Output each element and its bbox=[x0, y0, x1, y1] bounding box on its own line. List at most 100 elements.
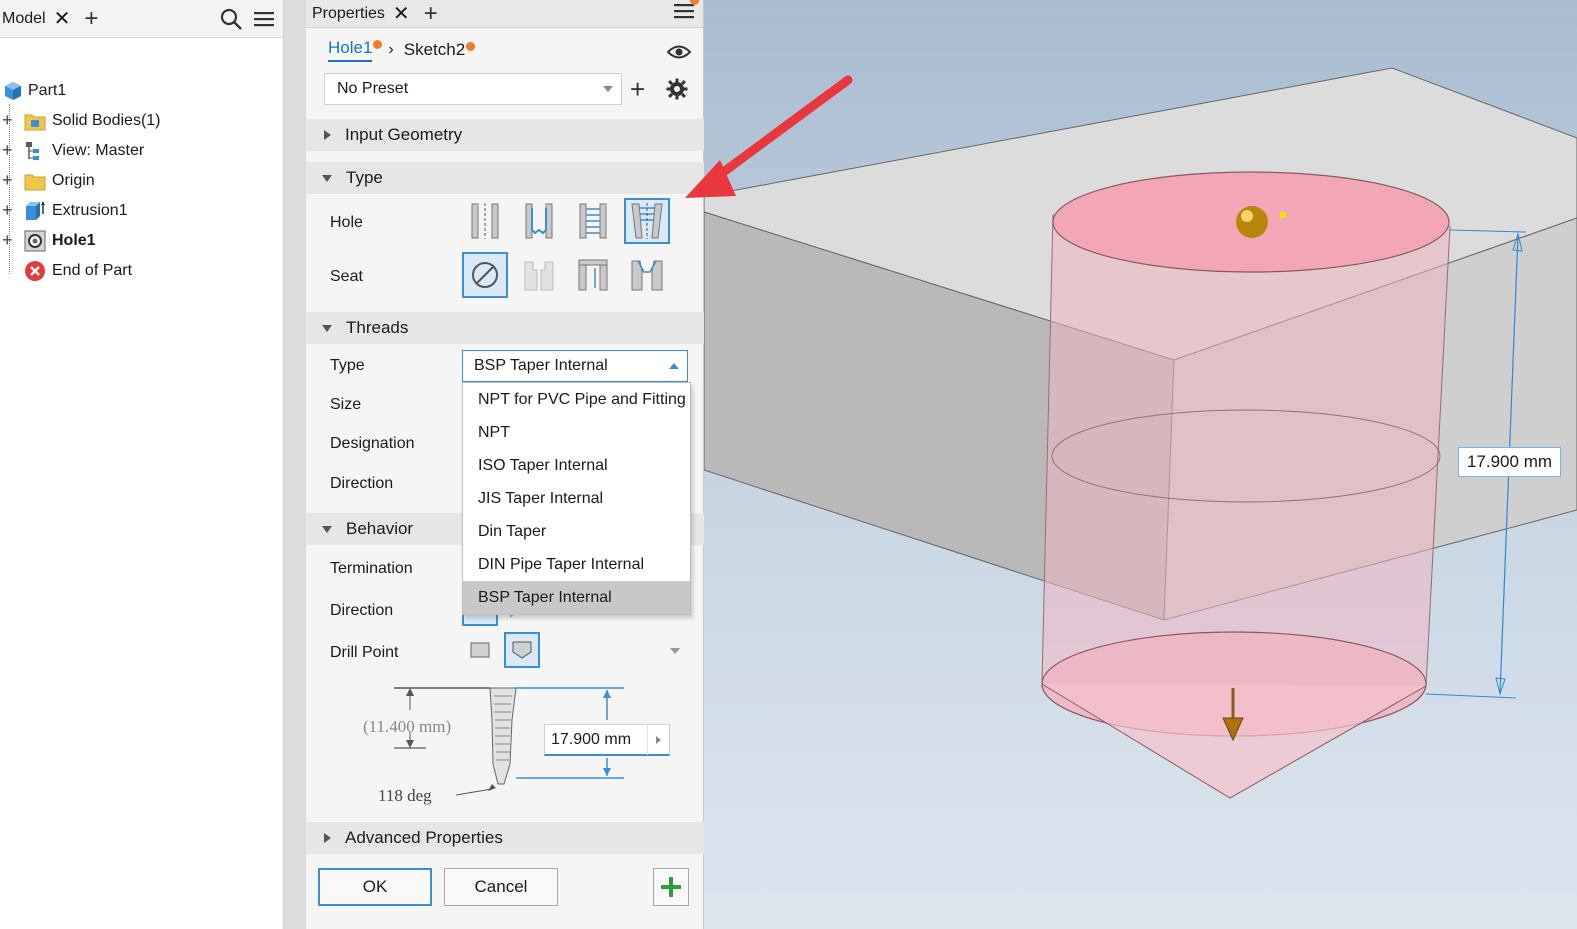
cancel-label: Cancel bbox=[474, 877, 528, 896]
expand-plus-icon[interactable]: + bbox=[2, 111, 16, 129]
counterbore-icon bbox=[524, 261, 554, 291]
thread-option[interactable]: NPT for PVC Pipe and Fitting bbox=[463, 383, 690, 416]
search-icon[interactable] bbox=[219, 7, 243, 31]
option-label: Din Taper bbox=[478, 522, 547, 540]
expand-plus-icon[interactable]: + bbox=[2, 171, 16, 189]
close-icon[interactable]: ✕ bbox=[54, 9, 71, 29]
breadcrumb: Hole1 › Sketch2 bbox=[328, 38, 476, 62]
chevron-down-icon bbox=[322, 174, 332, 182]
solid-bodies-folder-icon bbox=[24, 114, 46, 131]
stepper-arrow-icon[interactable] bbox=[647, 725, 669, 755]
termination-label: Termination bbox=[330, 560, 413, 577]
section-title: Type bbox=[346, 168, 383, 187]
section-advanced-properties[interactable]: Advanced Properties bbox=[306, 822, 704, 854]
tree-item-label: Hole1 bbox=[52, 232, 96, 249]
tree-item-part1[interactable]: Part1 bbox=[0, 76, 284, 106]
tree-item-end-of-part[interactable]: End of Part bbox=[0, 256, 284, 286]
properties-panel: Properties ✕ + Hole1 › Sketch2 No Preset… bbox=[306, 0, 704, 929]
model-tree: Part1 + Solid Bodies(1) + View: Master +… bbox=[0, 38, 283, 281]
panel-splitter[interactable] bbox=[284, 0, 306, 929]
tree-item-label: Extrusion1 bbox=[52, 202, 128, 219]
apply-button[interactable] bbox=[653, 868, 689, 906]
close-icon[interactable]: ✕ bbox=[393, 4, 410, 24]
flat-drill-point-button[interactable] bbox=[462, 632, 498, 668]
thread-option[interactable]: DIN Pipe Taper Internal bbox=[463, 548, 690, 581]
section-title: Threads bbox=[346, 318, 409, 337]
counterbore-seat-button[interactable] bbox=[516, 252, 562, 298]
gear-icon[interactable] bbox=[666, 78, 688, 100]
option-label: NPT for PVC Pipe and Fitting bbox=[478, 390, 686, 408]
thread-type-dropdown[interactable]: BSP Taper Internal bbox=[462, 350, 688, 382]
simple-hole-icon bbox=[471, 203, 499, 239]
properties-tab-label[interactable]: Properties bbox=[306, 5, 385, 23]
angle-drill-point-button[interactable] bbox=[504, 632, 540, 668]
spotface-icon bbox=[578, 259, 608, 291]
thread-designation-label: Designation bbox=[330, 435, 415, 452]
expand-plus-icon[interactable]: + bbox=[2, 231, 16, 249]
thread-type-options-list: NPT for PVC Pipe and Fitting NPT ISO Tap… bbox=[462, 382, 691, 615]
breadcrumb-separator-icon: › bbox=[388, 41, 394, 58]
expand-plus-icon[interactable]: + bbox=[2, 141, 16, 159]
section-threads[interactable]: Threads bbox=[306, 312, 704, 344]
end-of-part-icon bbox=[25, 261, 45, 281]
expand-plus-icon[interactable]: + bbox=[2, 201, 16, 219]
properties-tab-bar: Properties ✕ + bbox=[306, 0, 703, 28]
ok-button[interactable]: OK bbox=[318, 868, 432, 906]
thread-option[interactable]: ISO Taper Internal bbox=[463, 449, 690, 482]
seat-type-label: Seat bbox=[330, 268, 363, 285]
tapped-hole-button[interactable] bbox=[570, 198, 616, 244]
tree-item-view-master[interactable]: + View: Master bbox=[0, 136, 284, 166]
section-input-geometry[interactable]: Input Geometry bbox=[306, 119, 704, 151]
tree-item-extrusion1[interactable]: + Extrusion1 bbox=[0, 196, 284, 226]
cancel-button[interactable]: Cancel bbox=[444, 868, 558, 906]
tree-item-solid-bodies[interactable]: + Solid Bodies(1) bbox=[0, 106, 284, 136]
tree-item-origin[interactable]: + Origin bbox=[0, 166, 284, 196]
thread-option[interactable]: JIS Taper Internal bbox=[463, 482, 690, 515]
notification-dot bbox=[690, 0, 699, 5]
depth-dimension-label[interactable]: 17.900 mm bbox=[1458, 447, 1561, 477]
taper-tapped-hole-button[interactable] bbox=[624, 198, 670, 244]
countersink-seat-button[interactable] bbox=[624, 252, 670, 298]
add-tab-icon[interactable]: + bbox=[84, 6, 98, 31]
thread-size-label: Size bbox=[330, 396, 362, 413]
depth-input[interactable]: 17.900 mm bbox=[544, 724, 670, 756]
plus-icon bbox=[661, 877, 681, 897]
section-title: Input Geometry bbox=[345, 125, 463, 144]
thread-option-selected[interactable]: BSP Taper Internal bbox=[463, 581, 690, 614]
breadcrumb-hole1[interactable]: Hole1 bbox=[328, 38, 383, 62]
ok-label: OK bbox=[362, 877, 388, 896]
tree-item-label: View: Master bbox=[52, 142, 145, 159]
tree-item-hole1[interactable]: + Hole1 bbox=[0, 226, 284, 256]
clearance-hole-button[interactable] bbox=[516, 198, 562, 244]
add-tab-icon[interactable]: + bbox=[424, 1, 438, 26]
angle-drill-point-icon bbox=[512, 641, 532, 659]
add-preset-button[interactable]: + bbox=[630, 76, 645, 102]
spotface-seat-button[interactable] bbox=[570, 252, 616, 298]
chevron-down-icon[interactable] bbox=[670, 648, 680, 654]
model-browser-panel: Model ✕ + Part1 + Solid Bodies(1) + View… bbox=[0, 0, 284, 929]
chevron-down-icon bbox=[322, 525, 332, 533]
model-tab-label[interactable]: Model bbox=[0, 10, 46, 28]
thread-option[interactable]: Din Taper bbox=[463, 515, 690, 548]
breadcrumb-sketch2[interactable]: Sketch2 bbox=[404, 40, 476, 60]
no-seat-button[interactable] bbox=[462, 252, 508, 298]
section-type[interactable]: Type bbox=[306, 162, 704, 194]
preset-value: No Preset bbox=[337, 80, 409, 97]
countersink-icon bbox=[631, 260, 663, 291]
menu-icon[interactable] bbox=[253, 9, 275, 29]
3d-viewport[interactable]: 17.900 mm bbox=[704, 0, 1577, 929]
tapped-hole-icon bbox=[579, 203, 607, 239]
flat-drill-point-icon bbox=[470, 642, 490, 658]
view-icon bbox=[26, 142, 39, 160]
tree-item-label: End of Part bbox=[52, 262, 133, 279]
preset-dropdown[interactable]: No Preset bbox=[324, 73, 622, 105]
thread-option[interactable]: NPT bbox=[463, 416, 690, 449]
no-seat-icon bbox=[472, 262, 498, 288]
chevron-right-icon bbox=[324, 130, 331, 140]
drill-angle-value: 118 deg bbox=[378, 786, 432, 805]
thread-depth-value: (11.400 mm) bbox=[363, 717, 452, 736]
eye-icon[interactable] bbox=[667, 44, 691, 60]
properties-menu-button[interactable] bbox=[673, 0, 699, 26]
simple-hole-button[interactable] bbox=[462, 198, 508, 244]
notification-dot bbox=[466, 42, 476, 51]
